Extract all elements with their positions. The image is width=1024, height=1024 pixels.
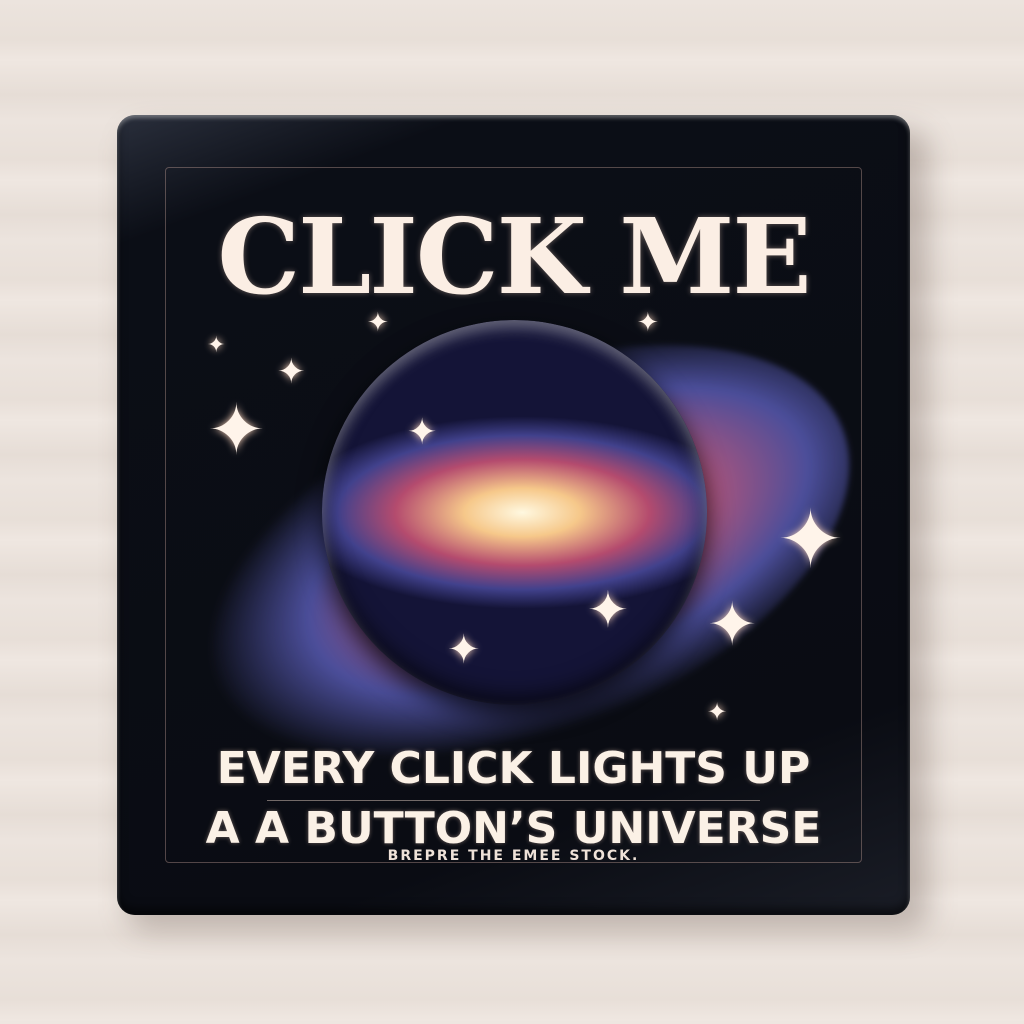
tagline-line-2: A A BUTTON’S UNIVERSE (205, 803, 822, 854)
star-icon: ✦ (587, 581, 629, 639)
star-icon: ✦ (707, 590, 758, 660)
star-icon: ✦ (777, 493, 845, 586)
title: CLICK ME (217, 195, 811, 318)
star-icon: ✦ (207, 333, 226, 358)
star-icon: ✦ (707, 698, 728, 726)
tagline-line-1: EVERY CLICK LIGHTS UP (216, 743, 811, 794)
divider (267, 800, 760, 801)
star-icon: ✦ (637, 308, 659, 338)
star-icon: ✦ (277, 352, 306, 392)
star-icon: ✦ (407, 412, 438, 453)
galaxy-button[interactable] (322, 320, 707, 705)
footer-text: BREPRE THE EMEE STOCK. (387, 848, 640, 864)
star-icon: ✦ (367, 308, 389, 338)
star-icon: ✦ (447, 627, 481, 673)
click-me-tile[interactable]: CLICK ME ✦ ✦ ✦ ✦ ✦ ✦ ✦ ✦ ✦ ✦ ✦ EVERY CLI… (117, 115, 910, 915)
star-icon: ✦ (207, 389, 266, 471)
